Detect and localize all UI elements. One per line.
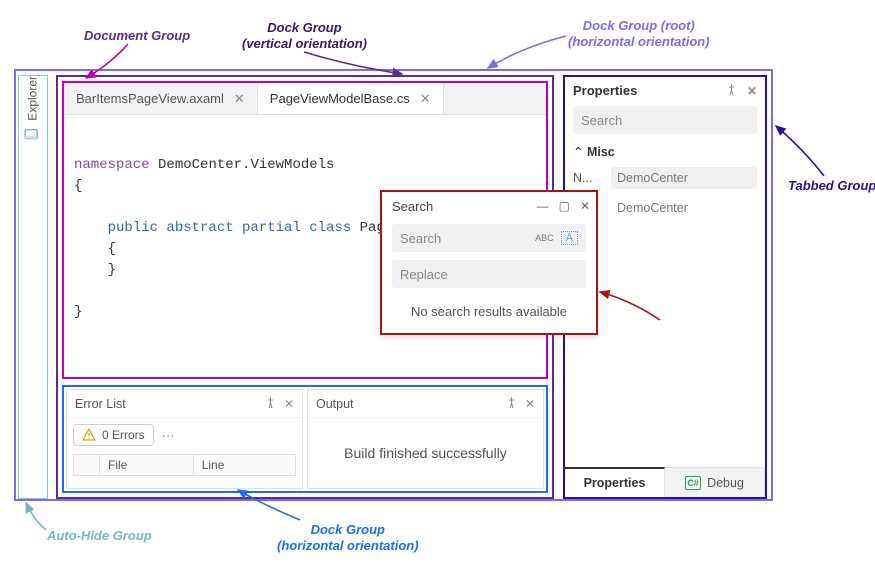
properties-header: Properties ✕: [565, 77, 765, 100]
error-col-file: File: [100, 455, 194, 476]
search-placeholder: Search: [400, 231, 441, 246]
document-tab-pageviewmodel[interactable]: PageViewModelBase.cs ✕: [258, 83, 444, 114]
annotation-document-group: Document Group: [84, 28, 190, 44]
float-window-titlebar[interactable]: Search — ▢ ✕: [382, 192, 596, 220]
property-name: N...: [573, 171, 603, 185]
panel-title: Error List: [75, 397, 257, 411]
float-group-search[interactable]: Search — ▢ ✕ Search ABC A Replace No sea…: [380, 190, 598, 335]
properties-tabstrip: Properties C# Debug: [565, 467, 765, 497]
float-window-title: Search: [392, 199, 433, 214]
document-tab-label: BarItemsPageView.axaml: [76, 91, 224, 106]
pin-icon[interactable]: [506, 397, 517, 411]
code-keyword-namespace: namespace: [74, 157, 150, 173]
replace-input[interactable]: Replace: [392, 260, 586, 288]
panel-output: Output ✕ Build finished successfully: [307, 389, 544, 489]
search-placeholder: Search: [581, 113, 622, 128]
close-icon[interactable]: ✕: [747, 84, 757, 98]
annotation-dock-vertical-line2: (vertical orientation): [242, 36, 367, 51]
code-brace: {: [74, 178, 82, 194]
minimize-icon[interactable]: —: [537, 199, 549, 213]
more-button[interactable]: ···: [162, 428, 175, 443]
error-list-table: File Line: [73, 454, 296, 476]
pin-icon[interactable]: [265, 397, 276, 411]
property-value: DemoCenter: [611, 197, 757, 219]
close-icon[interactable]: ✕: [234, 91, 245, 107]
annotation-dock-horiz-line1: Dock Group: [311, 522, 385, 537]
annotation-dock-vertical: Dock Group (vertical orientation): [242, 20, 367, 53]
error-count-badge[interactable]: 0 Errors: [73, 424, 154, 446]
annotation-dock-root: Dock Group (root) (horizontal orientatio…: [568, 18, 710, 51]
close-icon[interactable]: ✕: [525, 397, 535, 411]
properties-title: Properties: [573, 83, 637, 98]
annotation-dock-root-line1: Dock Group (root): [583, 18, 695, 33]
close-icon[interactable]: ✕: [284, 397, 294, 411]
annotation-dock-horiz-line2: (horizontal orientation): [277, 538, 419, 553]
warning-icon: [82, 428, 96, 442]
pin-icon[interactable]: [726, 84, 737, 98]
code-keywords-class: public abstract partial class: [108, 220, 352, 236]
autohide-tab-explorer[interactable]: Explorer: [24, 76, 41, 147]
code-brace: {: [108, 241, 116, 257]
match-case-toggle[interactable]: ABC: [532, 232, 557, 244]
code-brace: }: [74, 304, 82, 320]
tab-debug[interactable]: C# Debug: [665, 468, 765, 497]
property-row: th DemoCenter: [573, 193, 757, 223]
panel-header-output: Output ✕: [308, 390, 543, 418]
csharp-icon: C#: [685, 476, 701, 490]
error-count-label: 0 Errors: [102, 428, 145, 442]
annotation-autohide-group: Auto-Hide Group: [47, 528, 152, 544]
autohide-tab-label: Explorer: [26, 76, 40, 121]
annotation-tabbed-group: Tabbed Group: [788, 178, 875, 194]
document-tabstrip: BarItemsPageView.axaml ✕ PageViewModelBa…: [64, 83, 546, 115]
output-message: Build finished successfully: [308, 418, 543, 488]
chevron-down-icon: ⌃: [573, 145, 583, 159]
document-tab-baritems[interactable]: BarItemsPageView.axaml ✕: [64, 83, 258, 114]
annotation-dock-vertical-line1: Dock Group: [267, 20, 341, 35]
search-status-message: No search results available: [392, 296, 586, 321]
properties-search-input[interactable]: Search: [573, 106, 757, 134]
property-row: N... DemoCenter: [573, 163, 757, 193]
panel-header-errorlist: Error List ✕: [67, 390, 302, 418]
float-window-body: Search ABC A Replace No search results a…: [382, 220, 596, 333]
tab-label: Properties: [584, 476, 646, 490]
whole-word-toggle[interactable]: A: [561, 231, 578, 245]
dock-group-horizontal: Error List ✕ 0 Errors ···: [62, 385, 548, 493]
close-icon[interactable]: ✕: [420, 91, 431, 107]
code-brace: }: [108, 262, 116, 278]
annotation-dock-horiz: Dock Group (horizontal orientation): [277, 522, 419, 555]
close-icon[interactable]: ✕: [580, 199, 590, 213]
search-input[interactable]: Search ABC A: [392, 224, 586, 252]
annotation-dock-root-line2: (horizontal orientation): [568, 34, 710, 49]
code-namespace-name: DemoCenter.ViewModels: [158, 157, 334, 173]
maximize-icon[interactable]: ▢: [559, 199, 570, 213]
tab-label: Debug: [707, 476, 744, 490]
document-tab-label: PageViewModelBase.cs: [270, 91, 410, 106]
error-col-line: Line: [193, 455, 295, 476]
error-col-blank: [74, 455, 100, 476]
explorer-icon: [24, 127, 41, 141]
replace-placeholder: Replace: [400, 267, 448, 282]
panel-error-list: Error List ✕ 0 Errors ···: [66, 389, 303, 489]
tab-properties[interactable]: Properties: [565, 467, 665, 497]
property-value-input[interactable]: DemoCenter: [611, 167, 757, 189]
error-list-body: 0 Errors ··· File Line: [67, 418, 302, 482]
autohide-group: Explorer: [18, 75, 48, 499]
property-section-misc[interactable]: ⌃ Misc: [573, 140, 757, 163]
section-label: Misc: [587, 145, 615, 159]
panel-title: Output: [316, 397, 498, 411]
